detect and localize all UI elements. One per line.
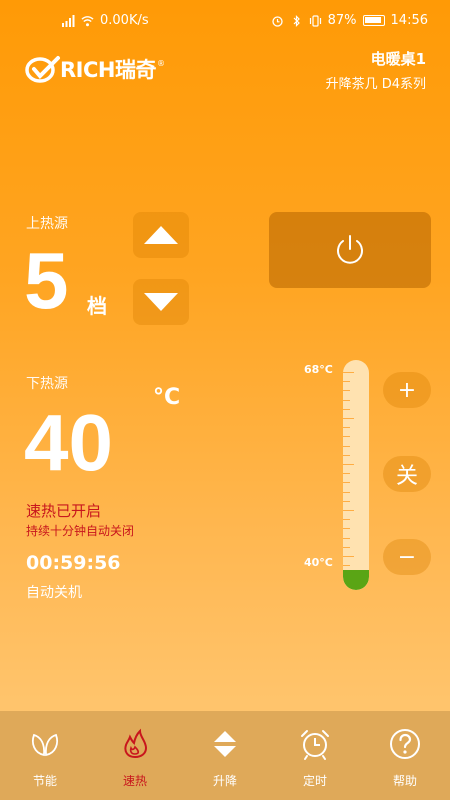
upper-heat-decrease-button[interactable] <box>133 279 189 325</box>
bottom-tab-bar: 节能 速热 升降 定时 帮助 <box>0 711 450 800</box>
battery-percent: 87% <box>327 13 357 28</box>
gauge-tick <box>343 546 350 548</box>
device-series: 升降茶几 D4系列 <box>325 77 426 92</box>
lower-heat-off-button[interactable]: 关 <box>383 456 431 492</box>
gauge-tick <box>343 500 350 502</box>
temperature-increase-button[interactable]: + <box>383 372 431 408</box>
gauge-tick <box>343 390 350 392</box>
fast-heat-status: 速热已开启 <box>26 502 102 520</box>
network-speed: 0.00K/s <box>100 13 149 28</box>
lower-heat-unit: °C <box>153 385 181 410</box>
brand-logo: RICH瑞奇 ® <box>24 52 165 86</box>
bluetooth-icon <box>293 14 300 27</box>
triangle-up-icon <box>144 226 178 244</box>
gauge-tick <box>343 445 350 447</box>
upper-heat-increase-button[interactable] <box>133 212 189 258</box>
device-info: 电暖桌1 升降茶几 D4系列 <box>326 48 426 92</box>
status-left: 0.00K/s <box>62 13 149 28</box>
triangle-down-icon <box>144 293 178 311</box>
vibrate-icon <box>309 14 321 27</box>
power-button[interactable] <box>269 212 431 288</box>
gauge-tick <box>343 427 350 429</box>
gauge-tick <box>343 528 350 530</box>
leaf-icon <box>31 733 59 757</box>
gauge-tick <box>343 464 354 465</box>
rich-logo-mark-icon <box>25 56 60 83</box>
wifi-icon <box>81 15 94 26</box>
gauge-tick <box>343 418 354 419</box>
tab-label: 节能 <box>32 774 57 788</box>
tab-label: 升降 <box>212 774 237 788</box>
auto-off-countdown: 00:59:56 <box>26 552 121 574</box>
alarm-clock-icon <box>301 730 329 760</box>
help-icon <box>390 729 420 759</box>
gauge-tick <box>343 510 354 511</box>
alarm-icon <box>271 15 283 27</box>
tab-lift[interactable]: 升降 <box>180 711 270 800</box>
clock: 14:56 <box>390 13 428 28</box>
gauge-tick <box>343 454 350 456</box>
gauge-tick <box>343 372 354 373</box>
status-bar: 0.00K/s 87% 14:56 <box>0 0 450 42</box>
upper-heat-unit: 档 <box>87 294 107 318</box>
gauge-tick <box>343 491 350 493</box>
gauge-tick <box>343 519 350 521</box>
up-down-icon <box>214 731 236 757</box>
tab-fast-heat[interactable]: 速热 <box>90 711 180 800</box>
brand-name: RICH瑞奇 <box>60 58 156 82</box>
device-name: 电暖桌1 <box>370 50 426 68</box>
upper-heat-label: 上热源 <box>26 216 68 232</box>
lower-heat-label: 下热源 <box>26 376 68 392</box>
tab-timer[interactable]: 定时 <box>270 711 360 800</box>
fast-heat-note: 持续十分钟自动关闭 <box>26 524 135 538</box>
tab-label: 定时 <box>302 774 327 788</box>
gauge-tick <box>343 482 350 484</box>
lower-heat-temperature: 40 <box>24 398 113 487</box>
tab-label: 帮助 <box>392 774 417 788</box>
tab-label: 速热 <box>122 774 147 788</box>
status-right: 87% 14:56 <box>271 13 428 28</box>
registered-mark: ® <box>156 58 165 68</box>
gauge-tick <box>343 408 350 410</box>
gauge-tick <box>343 537 350 539</box>
battery-icon <box>362 15 385 26</box>
temperature-decrease-button[interactable]: − <box>383 539 431 575</box>
thermometer-max-label: 68°C <box>304 363 333 376</box>
flame-icon <box>124 728 148 759</box>
gauge-tick <box>343 436 350 438</box>
auto-off-label: 自动关机 <box>26 585 82 601</box>
thermometer-min-label: 40°C <box>304 556 333 569</box>
temperature-gauge-fill <box>343 570 369 590</box>
signal-icon <box>62 14 75 27</box>
tab-energy-saving[interactable]: 节能 <box>0 711 90 800</box>
upper-heat-level: 5 <box>24 236 69 325</box>
power-icon <box>337 235 363 264</box>
gauge-tick <box>343 381 350 383</box>
gauge-tick <box>343 473 350 475</box>
temperature-gauge <box>343 360 369 590</box>
gauge-tick <box>343 556 354 557</box>
tab-help[interactable]: 帮助 <box>360 711 450 800</box>
gauge-tick <box>343 565 350 567</box>
gauge-tick <box>343 399 350 401</box>
